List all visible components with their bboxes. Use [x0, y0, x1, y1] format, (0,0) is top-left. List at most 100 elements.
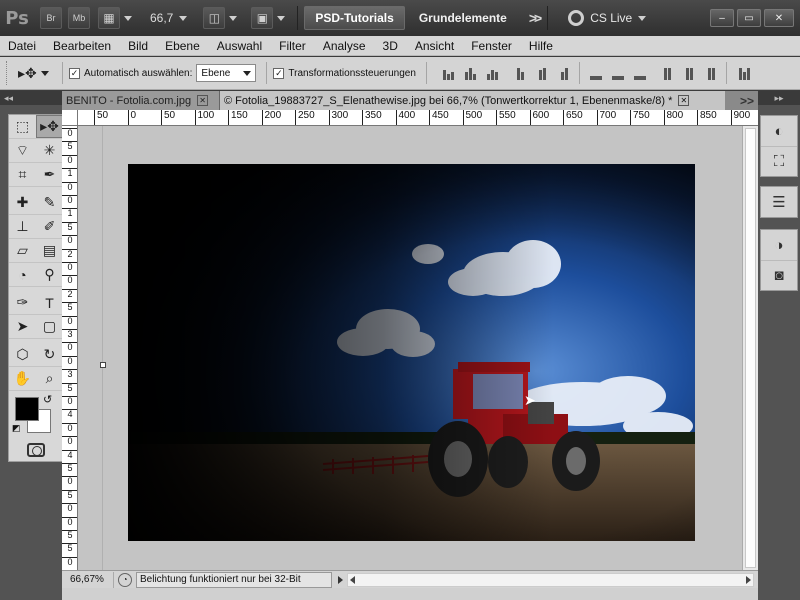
distribute-vertical-center-icon[interactable] [610, 66, 626, 80]
blur-tool-icon[interactable]: ◔ [9, 263, 36, 286]
distribute-left-icon[interactable] [660, 66, 676, 80]
dodge-tool-icon[interactable]: ⚲ [36, 263, 63, 286]
foreground-color-swatch[interactable] [15, 397, 39, 421]
options-divider [266, 62, 268, 84]
close-icon[interactable]: ✕ [678, 95, 690, 106]
distribute-horizontal-center-icon[interactable] [682, 66, 698, 80]
workspace-psd-tutorials-button[interactable]: PSD-Tutorials [304, 6, 405, 30]
scroll-left-icon[interactable] [350, 575, 355, 584]
3d-orbit-tool-icon[interactable]: ↻ [36, 343, 63, 366]
more-tabs-button[interactable]: >> [740, 91, 758, 110]
status-info-icon[interactable]: ◔ [118, 572, 132, 587]
menu-ansicht[interactable]: Ansicht [415, 39, 454, 53]
vertical-ruler[interactable]: 0 5 0 1 0 0 1 5 0 2 0 0 2 5 0 3 0 0 3 5 0 4 0 0 4 5 0 5 0 0 5 5 0 [62, 126, 78, 570]
tab-fotolia-document[interactable]: © Fotolia_19883727_S_Elenathewise.jpg be… [219, 91, 725, 110]
canvas-area[interactable]: ➤ [78, 126, 742, 570]
masks-panel-icon[interactable]: ◙ [761, 260, 797, 290]
close-icon[interactable]: ✕ [197, 95, 209, 106]
path-selection-tool-icon[interactable]: ➤ [9, 315, 36, 338]
workspace-grundelemente-button[interactable]: Grundelemente [419, 11, 507, 25]
tab-benito-document[interactable]: BENITO - Fotolia.com.jpg ✕ [62, 91, 219, 110]
arrange-dropdown-icon[interactable] [229, 15, 238, 21]
transform-handle[interactable] [100, 362, 106, 368]
lasso-tool-icon[interactable]: ⌔ [9, 139, 36, 162]
align-vertical-center-icon[interactable] [463, 66, 479, 80]
workspace-more-button[interactable]: >> [529, 10, 542, 26]
hand-tool-icon[interactable]: ✋ [9, 367, 36, 390]
shape-tool-icon[interactable]: ▢ [36, 315, 63, 338]
swap-colors-icon[interactable]: ↺ [43, 393, 52, 406]
mini-bridge-button[interactable]: Mb [68, 7, 90, 29]
scroll-right-icon[interactable] [746, 575, 751, 584]
menu-hilfe[interactable]: Hilfe [529, 39, 553, 53]
tools-panel-collapse-icon[interactable]: ◂◂ [0, 91, 62, 105]
cs-live-menu[interactable]: CS Live [568, 10, 647, 26]
zoom-tool-icon[interactable]: ⌕ [36, 367, 63, 390]
menu-bearbeiten[interactable]: Bearbeiten [53, 39, 111, 53]
arrange-documents-button[interactable]: ◫ [203, 7, 226, 29]
type-tool-icon[interactable]: T [36, 291, 63, 314]
quick-mask-button[interactable] [9, 439, 63, 461]
document-image[interactable]: ➤ [128, 164, 695, 541]
align-horizontal-center-icon[interactable] [535, 66, 551, 80]
3d-panel-icon[interactable]: ◐ [761, 116, 797, 146]
dock-expand-icon[interactable]: ▸▸ [758, 91, 800, 105]
options-bar-grip[interactable] [6, 61, 10, 85]
crop-tool-icon[interactable]: ⌗ [9, 163, 36, 186]
ruler-origin[interactable] [62, 110, 78, 126]
align-right-icon[interactable] [557, 66, 573, 80]
distribute-top-icon[interactable] [588, 66, 604, 80]
maximize-button[interactable]: ▭ [737, 9, 761, 27]
marquee-tool-icon[interactable]: ⬚ [9, 115, 36, 138]
healing-brush-tool-icon[interactable]: ✚ [9, 191, 36, 214]
auto-select-target-dropdown[interactable]: Ebene [196, 64, 257, 82]
vertical-scrollbar[interactable] [742, 126, 758, 570]
menu-ebene[interactable]: Ebene [165, 39, 200, 53]
zoom-level-dropdown[interactable]: 66,7 [150, 11, 188, 25]
align-bottom-icon[interactable] [485, 66, 501, 80]
pen-tool-icon[interactable]: ✑ [9, 291, 36, 314]
clone-stamp-tool-icon[interactable]: ⊥ [9, 215, 36, 238]
menu-bild[interactable]: Bild [128, 39, 148, 53]
brush-tool-icon[interactable]: ✎ [36, 191, 63, 214]
menu-3d[interactable]: 3D [383, 39, 398, 53]
dock-group-3d: ◐ ⛶ [760, 115, 798, 177]
distribute-right-icon[interactable] [704, 66, 720, 80]
history-brush-tool-icon[interactable]: ✐ [36, 215, 63, 238]
layers-panel-icon[interactable]: ☰ [761, 187, 797, 217]
auto-align-layers-icon[interactable] [737, 66, 753, 80]
bridge-button[interactable]: Br [40, 7, 62, 29]
horizontal-scrollbar[interactable] [347, 572, 754, 587]
view-extras-dropdown-icon[interactable] [124, 15, 132, 21]
distribute-bottom-icon[interactable] [632, 66, 648, 80]
view-extras-button[interactable]: ▦ [98, 7, 120, 29]
menu-auswahl[interactable]: Auswahl [217, 39, 262, 53]
align-left-icon[interactable] [513, 66, 529, 80]
eraser-tool-icon[interactable]: ▱ [9, 239, 36, 262]
eyedropper-tool-icon[interactable]: ✒ [36, 163, 63, 186]
screen-mode-dropdown-icon[interactable] [277, 15, 286, 21]
move-tool-icon[interactable]: ▸✥ [36, 115, 63, 138]
scrollbar-thumb[interactable] [745, 128, 756, 568]
menu-datei[interactable]: Datei [8, 39, 36, 53]
align-top-icon[interactable] [441, 66, 457, 80]
menu-filter[interactable]: Filter [279, 39, 306, 53]
status-message[interactable]: Belichtung funktioniert nur bei 32-Bit [136, 571, 332, 588]
quick-selection-tool-icon[interactable]: ✳ [36, 139, 63, 162]
menu-fenster[interactable]: Fenster [471, 39, 512, 53]
horizontal-ruler[interactable]: 50 0 50 100 150 200 250 300 350 400 450 500 550 600 65… [78, 110, 758, 126]
default-colors-icon[interactable]: ◩ [12, 423, 21, 434]
transform-panel-icon[interactable]: ⛶ [761, 146, 797, 176]
close-window-button[interactable]: ✕ [764, 9, 794, 27]
screen-mode-button[interactable]: ▣ [251, 7, 274, 29]
3d-rotate-tool-icon[interactable]: ⬡ [9, 343, 36, 366]
gradient-tool-icon[interactable]: ▤ [36, 239, 63, 262]
status-menu-icon[interactable] [338, 575, 343, 584]
auto-select-checkbox[interactable]: ✓ [69, 67, 80, 79]
minimize-button[interactable]: – [710, 9, 734, 27]
menu-analyse[interactable]: Analyse [323, 39, 366, 53]
status-zoom-field[interactable]: 66,67% [62, 571, 114, 588]
tool-preset-picker[interactable]: ▸✥ [18, 65, 56, 82]
adjustments-panel-icon[interactable]: ◑ [761, 230, 797, 260]
transform-controls-checkbox[interactable]: ✓ [273, 67, 285, 79]
